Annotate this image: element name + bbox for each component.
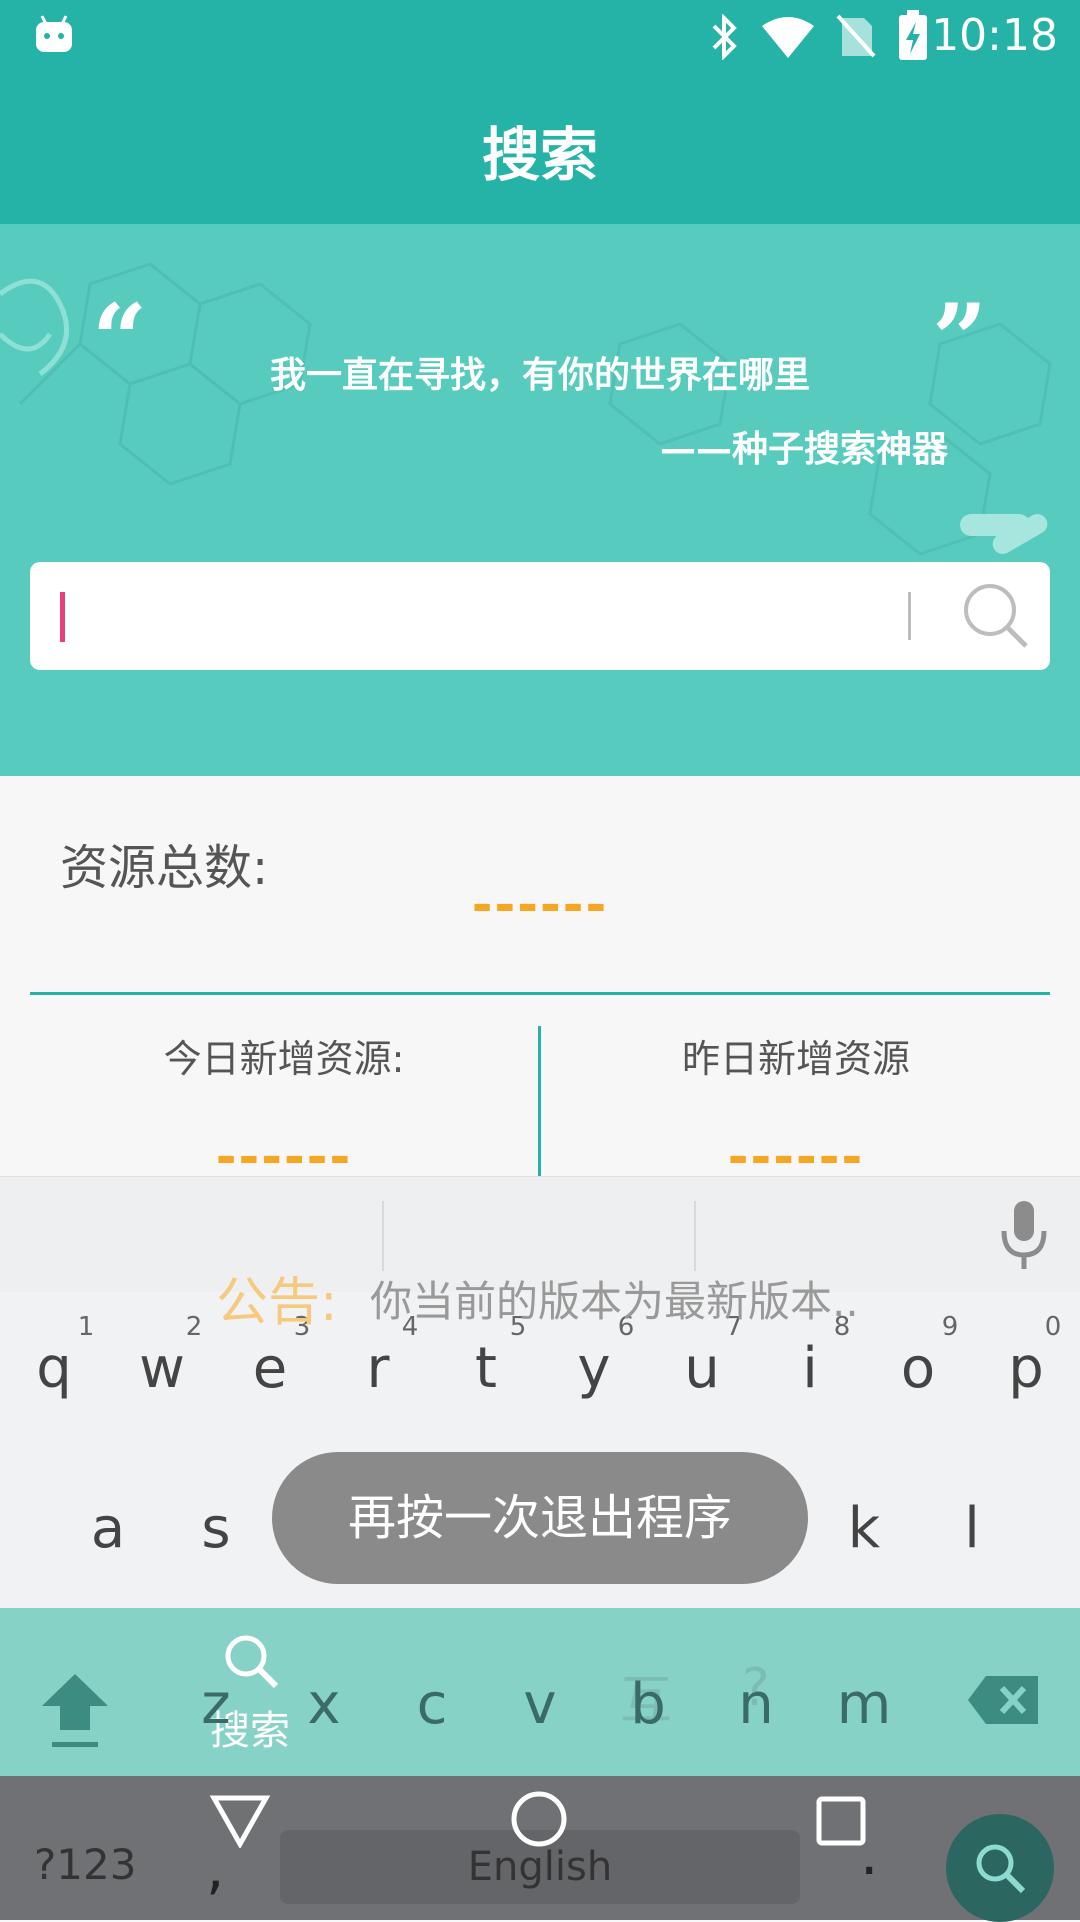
key-o[interactable]: o bbox=[878, 1336, 958, 1401]
announcement-label: 公告: bbox=[216, 1273, 338, 1333]
today-new-label: 今日新增资源: bbox=[163, 1037, 405, 1081]
key-t[interactable]: t bbox=[446, 1336, 526, 1401]
hero-quote-author: ——种子搜索神器 bbox=[659, 429, 948, 470]
key-i[interactable]: i bbox=[770, 1336, 850, 1401]
key-k[interactable]: k bbox=[824, 1496, 904, 1561]
wifi-icon bbox=[762, 17, 814, 58]
yesterday-new-label: 昨日新增资源 bbox=[681, 1037, 910, 1081]
total-resources-value: ------ bbox=[471, 876, 609, 934]
key-v[interactable]: v bbox=[500, 1672, 580, 1737]
search-icon[interactable] bbox=[962, 582, 1032, 652]
text-cursor bbox=[60, 592, 65, 642]
key-b[interactable]: b bbox=[608, 1672, 688, 1737]
key-x[interactable]: x bbox=[284, 1672, 364, 1737]
molecule-background-icon bbox=[0, 262, 1052, 556]
key-u[interactable]: u bbox=[662, 1336, 742, 1401]
recent-apps-icon[interactable] bbox=[816, 1796, 866, 1846]
key-p[interactable]: p bbox=[986, 1336, 1066, 1401]
back-icon[interactable] bbox=[210, 1794, 270, 1848]
exit-toast: 再按一次退出程序 bbox=[272, 1452, 808, 1584]
no-sim-icon bbox=[836, 14, 876, 58]
status-time: 10:18 bbox=[931, 10, 1058, 61]
hero-quote: 我一直在寻找，有你的世界在哪里 bbox=[269, 355, 810, 396]
key-s[interactable]: s bbox=[176, 1496, 256, 1561]
key-c[interactable]: c bbox=[392, 1672, 472, 1737]
key-w[interactable]: w bbox=[122, 1336, 202, 1401]
search-enter-key[interactable] bbox=[946, 1814, 1054, 1922]
key-a[interactable]: a bbox=[68, 1496, 148, 1561]
shift-icon[interactable] bbox=[40, 1670, 110, 1750]
key-r[interactable]: r bbox=[338, 1336, 418, 1401]
navigation-bar: ?123 , English . bbox=[0, 1776, 1080, 1922]
key-m[interactable]: m bbox=[824, 1672, 904, 1737]
home-icon[interactable] bbox=[510, 1790, 568, 1848]
announcement-bar: 公告: 你当前的版本为最新版本.. bbox=[0, 1260, 1080, 1340]
key-y[interactable]: y bbox=[554, 1336, 634, 1401]
symbols-key[interactable]: ?123 bbox=[34, 1840, 136, 1889]
stats-panel: 资源总数: ------ 今日新增资源: ------ 昨日新增资源 -----… bbox=[0, 776, 1080, 1201]
stats-divider bbox=[30, 992, 1050, 995]
bluetooth-icon bbox=[712, 14, 737, 60]
battery-charging-icon bbox=[899, 10, 927, 60]
backspace-icon[interactable] bbox=[966, 1674, 1042, 1726]
app-bar: 搜索 bbox=[0, 72, 1080, 224]
announcement-text: 你当前的版本为最新版本.. bbox=[370, 1277, 859, 1326]
search-input[interactable] bbox=[30, 562, 1050, 670]
status-bar: 10:18 bbox=[0, 0, 1080, 72]
key-z[interactable]: z bbox=[176, 1672, 256, 1737]
hero-banner: “ ” 我一直在寻找，有你的世界在哪里 ——种子搜索神器 bbox=[0, 224, 1080, 776]
android-notification-icon bbox=[36, 15, 72, 52]
search-divider bbox=[908, 592, 911, 640]
page-title: 搜索 bbox=[481, 121, 598, 189]
key-e[interactable]: e bbox=[230, 1336, 310, 1401]
keyboard-row-3: 搜索 互 ? z x c v b n m bbox=[0, 1608, 1080, 1776]
key-q[interactable]: q bbox=[14, 1336, 94, 1401]
key-n[interactable]: n bbox=[716, 1672, 796, 1737]
search-icon bbox=[976, 1844, 1026, 1894]
key-l[interactable]: l bbox=[932, 1496, 1012, 1561]
